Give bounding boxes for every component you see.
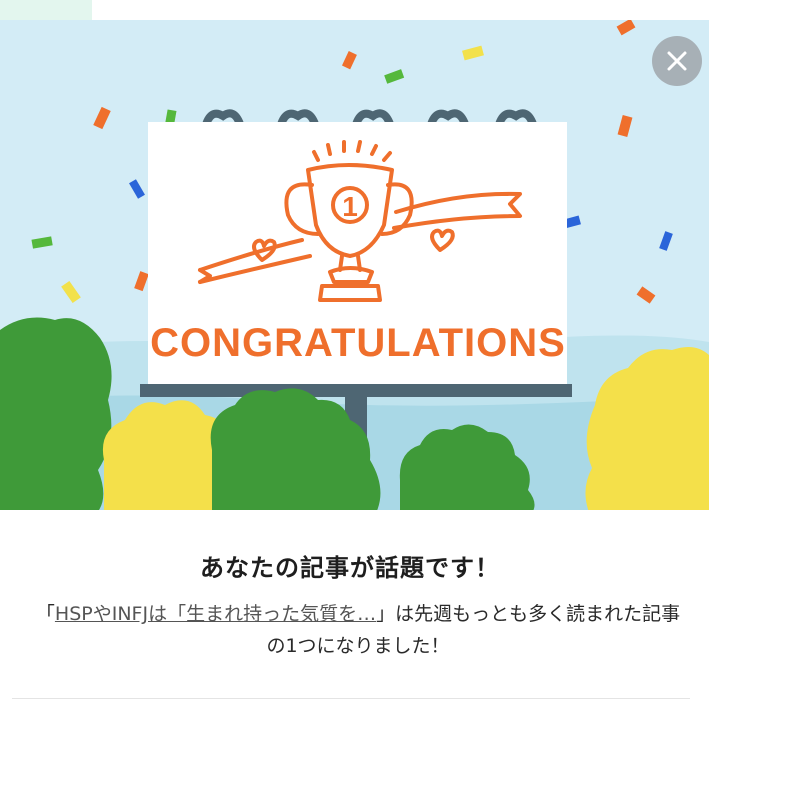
background-corner-tab [0,0,92,20]
modal-message: 「HSPやINFJは「生まれ持った気質を…」は先週もっとも多く読まれた記事の1つ… [28,598,688,662]
billboard-text: CONGRATULATIONS [150,321,566,365]
article-link[interactable]: HSPやINFJは「生まれ持った気質を… [55,603,376,625]
close-icon [667,51,687,71]
open-quote: 「 [35,603,55,625]
divider [12,698,690,699]
congratulations-modal: 1 CONGRATULATIONS あなたの記事が話題です！ 「HSPやINFJ… [0,20,709,793]
close-button[interactable] [652,36,702,86]
modal-title: あなたの記事が話題です！ [200,554,500,582]
trophy-number: 1 [342,191,358,222]
congratulations-illustration: 1 CONGRATULATIONS [0,20,709,510]
